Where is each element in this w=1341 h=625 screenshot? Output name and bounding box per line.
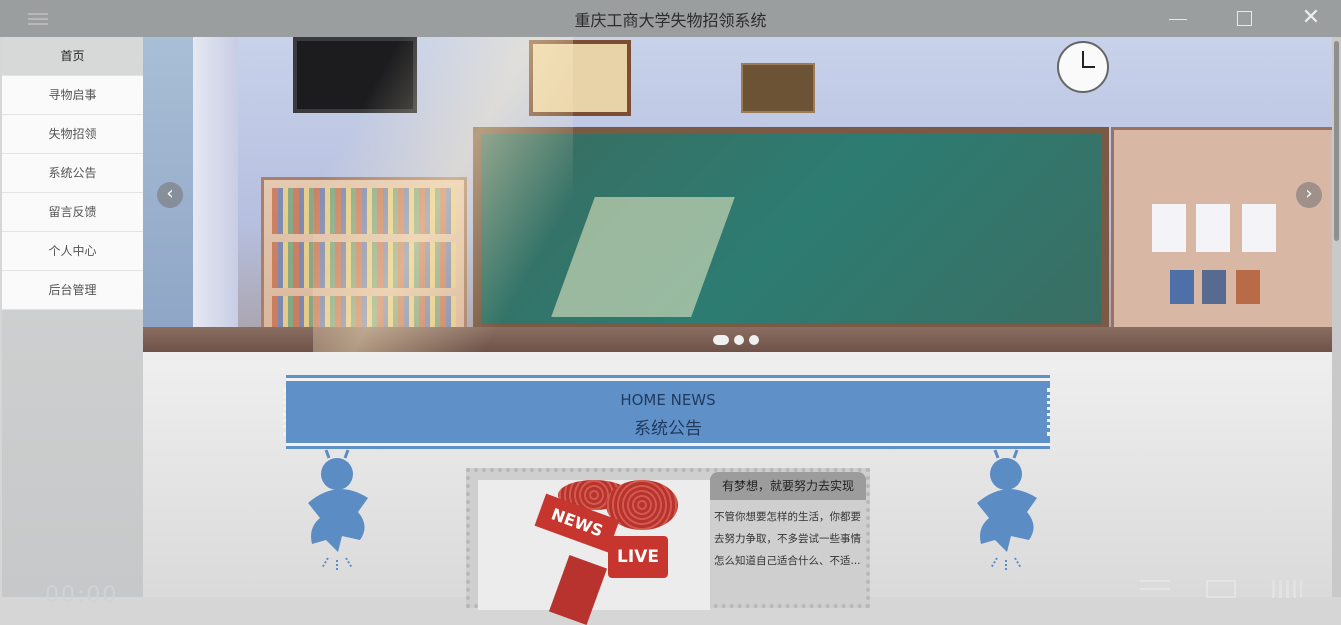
notice-paper <box>1196 204 1230 252</box>
list-icon[interactable] <box>1140 580 1170 600</box>
carousel-dot[interactable] <box>749 334 759 345</box>
grid-icon[interactable] <box>1272 580 1302 598</box>
decor-figure-icon <box>308 449 368 572</box>
carousel-banner[interactable]: ‹ › <box>143 37 1332 352</box>
carousel-dot[interactable] <box>713 334 729 345</box>
news-section-header: HOME NEWS 系统公告 <box>283 375 1050 449</box>
sidebar-item-lost-notice[interactable]: 寻物启事 <box>2 76 143 115</box>
poster <box>1236 270 1260 304</box>
news-live-image: NEWS LIVE <box>478 480 710 625</box>
sidebar-item-found[interactable]: 失物招领 <box>2 115 143 154</box>
sidebar-item-profile[interactable]: 个人中心 <box>2 232 143 271</box>
carousel-dot[interactable] <box>734 334 744 345</box>
notice-paper <box>1242 204 1276 252</box>
news-text-panel: 有梦想，就要努力去实现 不管你想要怎样的生活，你都要去努力争取，不多尝试一些事情… <box>710 472 866 612</box>
news-card-body: 不管你想要怎样的生活，你都要去努力争取，不多尝试一些事情怎么知道自己适合什么、不… <box>714 511 861 567</box>
news-card-title[interactable]: 有梦想，就要努力去实现 <box>710 472 866 500</box>
title-bar: 重庆工商大学失物招领系统 ✕ <box>0 0 1341 37</box>
clock-text: 00:00 <box>45 583 119 608</box>
sidebar-item-home[interactable]: 首页 <box>2 37 143 76</box>
wall-clock-icon <box>1057 41 1109 93</box>
screen-icon[interactable] <box>1206 580 1236 598</box>
microphone-handle <box>548 554 608 625</box>
news-title-cn: 系统公告 <box>634 419 702 439</box>
poster <box>1202 270 1226 304</box>
speaker-box <box>741 63 815 113</box>
carousel-prev-icon[interactable]: ‹ <box>157 182 183 208</box>
news-card[interactable]: NEWS LIVE 有梦想，就要努力去实现 不管你想要怎样的生活，你都要去努力争… <box>466 468 870 625</box>
main-content: HOME NEWS 系统公告 NEWS LIVE 有梦想，就要努力去实现 不管你… <box>143 352 1332 625</box>
sidebar-item-admin[interactable]: 后台管理 <box>2 271 143 310</box>
carousel-dots <box>713 329 764 348</box>
sidebar: 首页 寻物启事 失物招领 系统公告 留言反馈 个人中心 后台管理 <box>2 37 143 597</box>
decor-figure-icon <box>977 449 1037 572</box>
window-title: 重庆工商大学失物招领系统 <box>574 11 767 30</box>
poster <box>1170 270 1194 304</box>
scrollbar[interactable] <box>1332 37 1341 597</box>
carousel-next-icon[interactable]: › <box>1296 182 1322 208</box>
close-icon[interactable]: ✕ <box>1300 7 1322 29</box>
sidebar-item-announcements[interactable]: 系统公告 <box>2 154 143 193</box>
news-title-en: HOME NEWS <box>620 391 716 409</box>
minimize-icon[interactable] <box>1167 8 1189 28</box>
notice-board <box>1111 127 1332 345</box>
sidebar-item-feedback[interactable]: 留言反馈 <box>2 193 143 232</box>
scrollbar-thumb[interactable] <box>1334 41 1339 241</box>
curtain <box>193 37 238 337</box>
light-glare <box>313 37 573 352</box>
live-logo-text: LIVE <box>608 536 668 578</box>
notice-paper <box>1152 204 1186 252</box>
maximize-icon[interactable] <box>1234 8 1256 28</box>
